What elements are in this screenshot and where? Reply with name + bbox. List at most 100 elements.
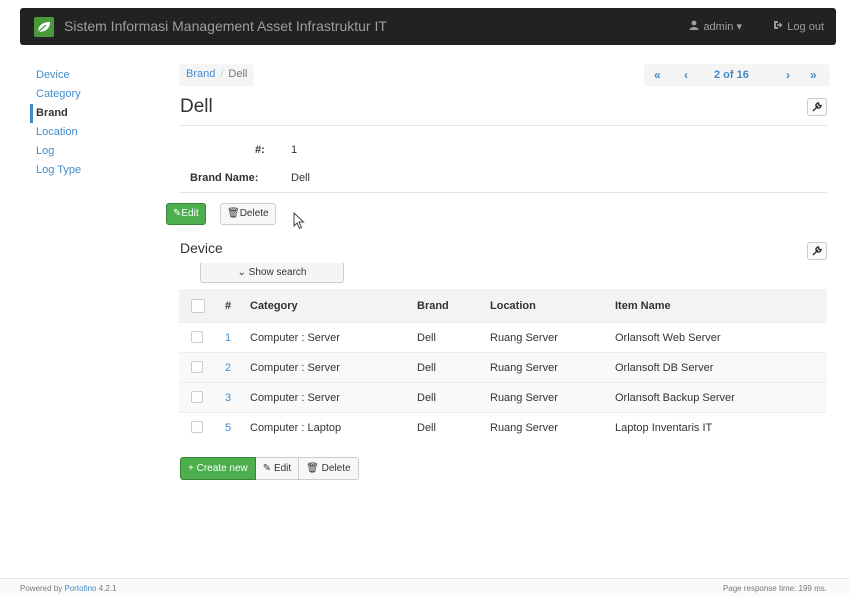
- table-delete-button[interactable]: 🗑 Delete: [299, 457, 359, 480]
- row-brand: Dell: [417, 332, 436, 344]
- row-brand: Dell: [417, 422, 436, 434]
- title-divider: [179, 125, 827, 126]
- row-location: Ruang Server: [490, 362, 558, 374]
- row-brand: Dell: [417, 362, 436, 374]
- user-menu[interactable]: admin ▾: [689, 20, 742, 33]
- brand-name-value: Dell: [291, 172, 310, 184]
- powered-by-text: Powered by Portofino 4.2.1: [20, 584, 117, 593]
- row-num-link[interactable]: 3: [225, 392, 231, 404]
- table-row: 1 Computer : Server Dell Ruang Server Or…: [179, 322, 827, 352]
- device-settings-button[interactable]: [807, 242, 827, 260]
- trash-icon: 🗑: [227, 208, 240, 219]
- details-divider: [179, 192, 827, 193]
- wrench-icon: [812, 246, 822, 256]
- id-value: 1: [291, 144, 298, 156]
- device-table: # Category Brand Location Item Name 1 Co…: [179, 289, 827, 442]
- first-page-icon[interactable]: «: [654, 68, 661, 82]
- table-header-row: # Category Brand Location Item Name: [179, 289, 827, 322]
- breadcrumb-current: Dell: [228, 68, 248, 80]
- column-header-num[interactable]: #: [225, 300, 231, 312]
- navbar: Sistem Informasi Management Asset Infras…: [20, 8, 836, 45]
- row-num-link[interactable]: 2: [225, 362, 231, 374]
- delete-button-label: Delete: [239, 208, 269, 219]
- column-header-category[interactable]: Category: [250, 300, 298, 312]
- breadcrumb: Brand / Dell: [179, 64, 255, 86]
- row-category: Computer : Server: [250, 392, 340, 404]
- table-edit-button[interactable]: ✎ Edit: [255, 457, 300, 480]
- row-category: Computer : Server: [250, 362, 340, 374]
- page-title: Dell: [180, 96, 213, 117]
- table-edit-label: Edit: [273, 463, 292, 474]
- edit-icon: ✎: [262, 463, 272, 474]
- mouse-cursor-icon: [293, 212, 305, 230]
- response-time-text: Page response time: 199 ms.: [722, 584, 827, 593]
- row-checkbox[interactable]: [191, 331, 203, 343]
- row-category: Computer : Server: [250, 332, 340, 344]
- sidebar-item-log[interactable]: Log: [34, 142, 144, 161]
- brand-name-label: Brand Name:: [190, 172, 259, 184]
- user-menu-label: admin: [703, 21, 734, 33]
- portofino-link[interactable]: Portofino: [64, 584, 96, 593]
- table-row: 3 Computer : Server Dell Ruang Server Or…: [179, 382, 827, 412]
- edit-button[interactable]: ✎Edit: [166, 203, 206, 225]
- last-page-icon[interactable]: »: [810, 68, 817, 82]
- row-location: Ruang Server: [490, 332, 558, 344]
- row-checkbox[interactable]: [191, 391, 203, 403]
- sidebar-nav: Device Category Brand Location Log Log T…: [30, 66, 144, 180]
- row-num-link[interactable]: 1: [225, 332, 231, 344]
- select-all-checkbox[interactable]: [191, 299, 205, 313]
- device-section-title: Device: [180, 240, 223, 256]
- id-label: #:: [255, 144, 265, 156]
- sidebar-item-category[interactable]: Category: [34, 85, 144, 104]
- row-num-link[interactable]: 5: [225, 422, 231, 434]
- logout-link[interactable]: Log out: [773, 20, 824, 33]
- pager-info: 2 of 16: [714, 69, 749, 81]
- edit-button-label: Edit: [181, 208, 199, 219]
- sidebar-item-brand[interactable]: Brand: [30, 104, 144, 123]
- logout-label: Log out: [787, 21, 824, 33]
- sidebar-item-log-type[interactable]: Log Type: [34, 161, 144, 180]
- version-text: 4.2.1: [98, 584, 117, 593]
- column-header-location[interactable]: Location: [490, 300, 536, 312]
- table-delete-label: Delete: [321, 463, 351, 474]
- delete-button[interactable]: 🗑Delete: [220, 203, 276, 225]
- row-location: Ruang Server: [490, 392, 558, 404]
- row-category: Computer : Laptop: [250, 422, 342, 434]
- breadcrumb-separator: /: [220, 68, 224, 80]
- row-item-name: Orlansoft Web Server: [615, 332, 721, 344]
- page-settings-button[interactable]: [807, 98, 827, 116]
- row-checkbox[interactable]: [191, 361, 203, 373]
- logout-icon: [773, 20, 783, 33]
- plus-icon: +: [188, 463, 194, 474]
- row-checkbox[interactable]: [191, 421, 203, 433]
- caret-down-icon: ▾: [736, 21, 742, 33]
- row-item-name: Laptop Inventaris IT: [615, 422, 713, 434]
- create-new-label: Create new: [196, 463, 248, 474]
- app-title[interactable]: Sistem Informasi Management Asset Infras…: [64, 18, 387, 34]
- column-header-brand[interactable]: Brand: [417, 300, 449, 312]
- user-icon: [689, 20, 699, 33]
- leaf-logo-icon[interactable]: [34, 17, 54, 37]
- sidebar-item-location[interactable]: Location: [34, 123, 144, 142]
- row-location: Ruang Server: [490, 422, 558, 434]
- create-new-button[interactable]: + Create new: [180, 457, 256, 480]
- row-item-name: Orlansoft DB Server: [615, 362, 714, 374]
- footer: Powered by Portofino 4.2.1 Page response…: [0, 578, 849, 596]
- show-search-label: Show search: [248, 267, 307, 278]
- wrench-icon: [812, 102, 822, 112]
- row-item-name: Orlansoft Backup Server: [615, 392, 735, 404]
- powered-prefix: Powered by: [20, 584, 63, 593]
- table-actions: + Create new ✎ Edit 🗑 Delete: [180, 457, 359, 480]
- record-pager: « ‹ 2 of 16 › »: [644, 64, 830, 86]
- chevron-down-icon: ⌄: [237, 267, 246, 278]
- next-page-icon[interactable]: ›: [786, 68, 790, 82]
- row-brand: Dell: [417, 392, 436, 404]
- sidebar-item-device[interactable]: Device: [34, 66, 144, 85]
- trash-icon: 🗑: [306, 463, 319, 474]
- column-header-item-name[interactable]: Item Name: [615, 300, 671, 312]
- previous-page-icon[interactable]: ‹: [684, 68, 688, 82]
- breadcrumb-brand-link[interactable]: Brand: [186, 68, 215, 80]
- show-search-toggle[interactable]: ⌄ Show search: [200, 263, 344, 283]
- table-row: 5 Computer : Laptop Dell Ruang Server La…: [179, 412, 827, 442]
- table-row: 2 Computer : Server Dell Ruang Server Or…: [179, 352, 827, 382]
